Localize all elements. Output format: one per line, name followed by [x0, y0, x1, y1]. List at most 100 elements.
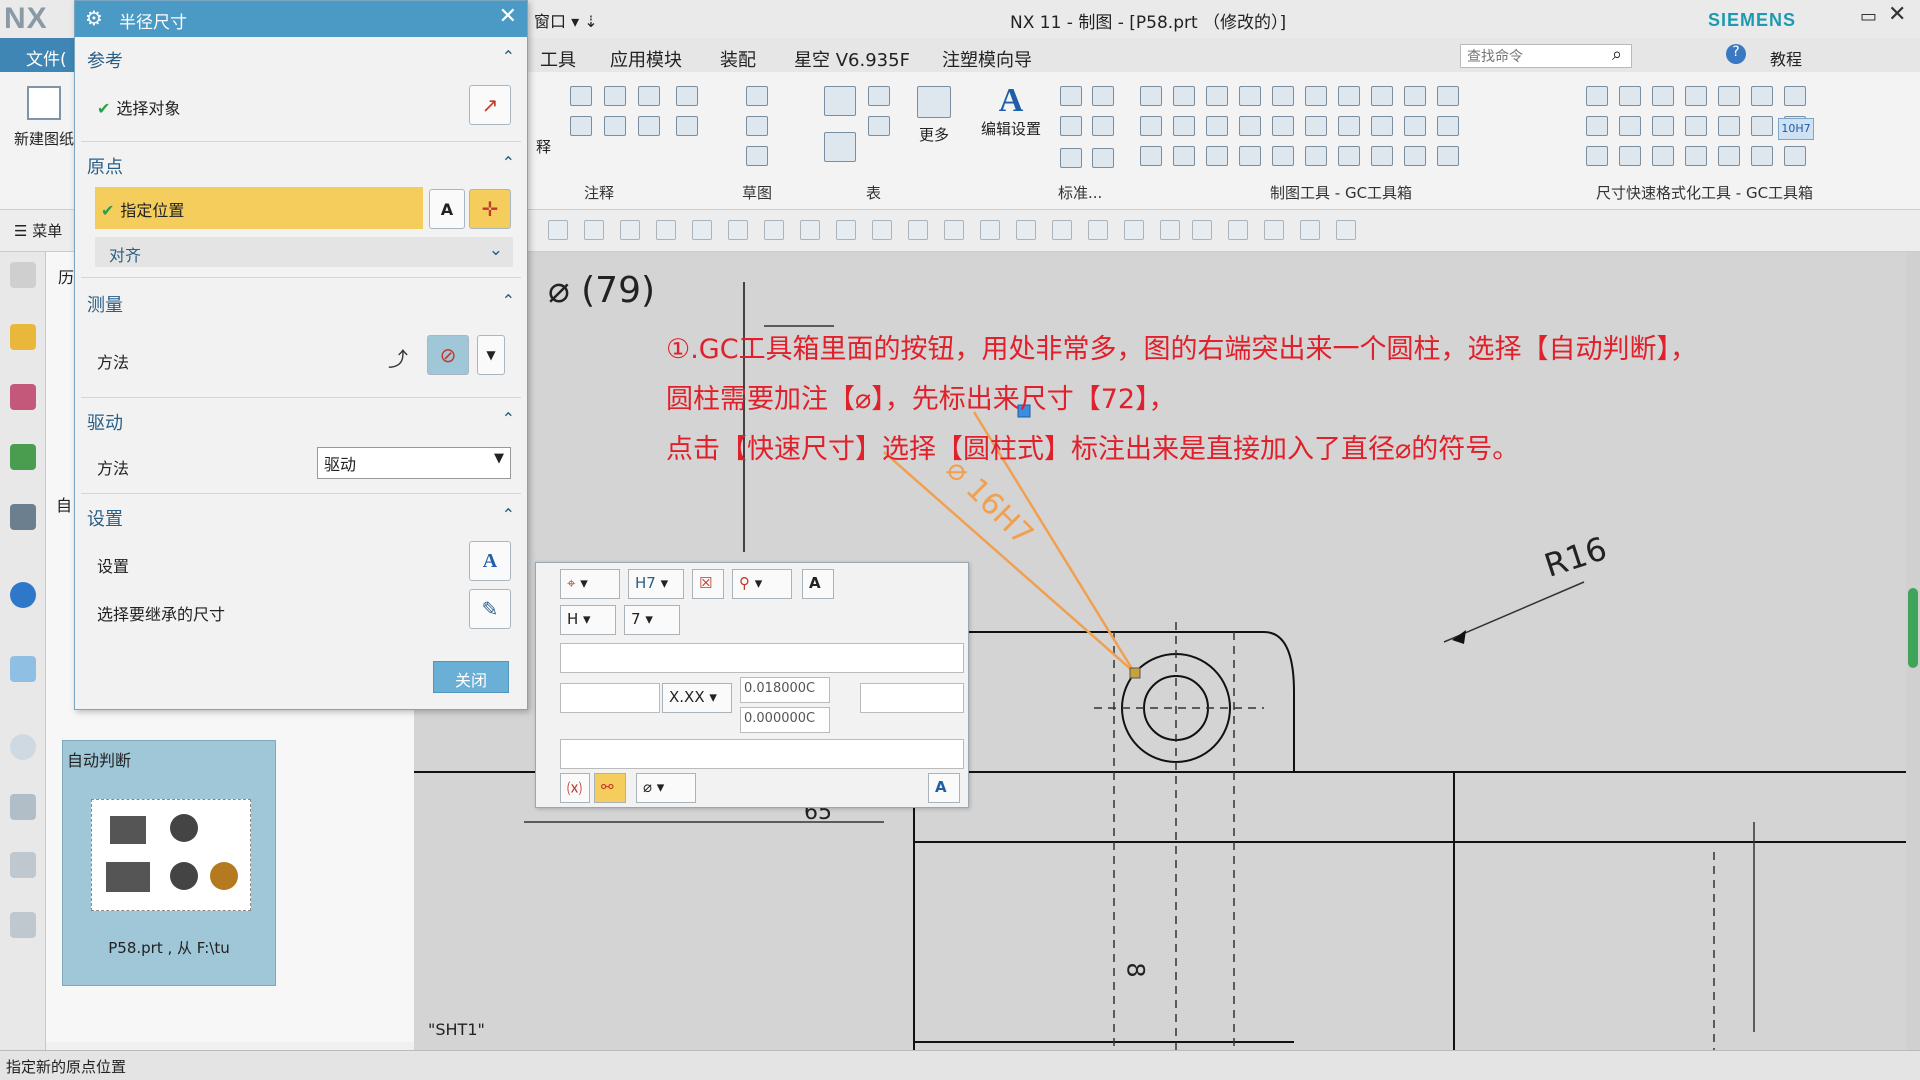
- snap-tool-icon-10[interactable]: [872, 220, 892, 240]
- line-icon[interactable]: [746, 146, 768, 166]
- text-orientation-dropdown[interactable]: ⚲ ▾: [732, 569, 792, 599]
- tolerance-class-dropdown[interactable]: H7 ▾: [628, 569, 684, 599]
- gc-format-icon-2[interactable]: [1619, 86, 1641, 106]
- group-measure-title[interactable]: 测量: [87, 291, 123, 317]
- section-gc-drafting-tools[interactable]: 制图工具 - GC工具箱: [1270, 182, 1412, 203]
- text-placement-button[interactable]: A: [429, 189, 465, 229]
- gc-tool-icon-5[interactable]: [1272, 86, 1294, 106]
- gc-format-icon-1[interactable]: [1586, 86, 1608, 106]
- snap-tool-icon-8[interactable]: [800, 220, 820, 240]
- gc-format-icon-12[interactable]: [1718, 116, 1740, 136]
- chevron-up-icon[interactable]: ⌃: [502, 409, 515, 428]
- history-preview[interactable]: 自动判断 P58.prt , 从 F:\tu: [62, 740, 276, 986]
- gc-tool-icon-17[interactable]: [1338, 116, 1360, 136]
- gc-tool-icon-25[interactable]: [1272, 146, 1294, 166]
- gc-format-icon-21[interactable]: [1784, 146, 1806, 166]
- section-standard[interactable]: 标准...: [1058, 182, 1102, 203]
- web-browser-icon[interactable]: [10, 656, 36, 682]
- standard-icon-2[interactable]: [1092, 86, 1114, 106]
- snap-tool-icon-2[interactable]: [584, 220, 604, 240]
- section-gc-dimension-format[interactable]: 尺寸快速格式化工具 - GC工具箱: [1596, 182, 1813, 203]
- dimension-type-dropdown[interactable]: ⌖ ▾: [560, 569, 620, 599]
- delete-tolerance-button[interactable]: ☒: [692, 569, 724, 599]
- part-navigator-icon[interactable]: [10, 324, 36, 350]
- centerline-icon[interactable]: [638, 116, 660, 136]
- menu-button[interactable]: ☰ 菜单: [14, 220, 62, 241]
- reuse-library-icon[interactable]: [10, 444, 36, 470]
- gc-format-icon-16[interactable]: [1619, 146, 1641, 166]
- standard-icon-6[interactable]: [1092, 148, 1114, 168]
- chevron-up-icon[interactable]: ⌃: [502, 47, 515, 66]
- menu-application[interactable]: 应用模块: [610, 46, 682, 72]
- snap-tool-icon-13[interactable]: [980, 220, 1000, 240]
- gc-format-icon-11[interactable]: [1685, 116, 1707, 136]
- search-icon[interactable]: ⌕: [1612, 44, 1622, 65]
- gc-tool-icon-3[interactable]: [1206, 86, 1228, 106]
- section-sketch[interactable]: 草图: [742, 182, 772, 203]
- gc-tool-icon-6[interactable]: [1305, 86, 1327, 106]
- gc-tool-icon-1[interactable]: [1140, 86, 1162, 106]
- tolerance-10h7-button[interactable]: 10H7: [1778, 118, 1814, 140]
- view-tool-icon-3[interactable]: [1264, 220, 1284, 240]
- gc-format-icon-4[interactable]: [1685, 86, 1707, 106]
- dimension-text-field[interactable]: [560, 643, 964, 673]
- select-arc-button[interactable]: ↗: [469, 85, 511, 125]
- gear-icon[interactable]: ⚙: [85, 6, 103, 30]
- group-settings-title[interactable]: 设置: [87, 505, 123, 531]
- gc-tool-icon-27[interactable]: [1338, 146, 1360, 166]
- gc-tool-icon-19[interactable]: [1404, 116, 1426, 136]
- select-object-row[interactable]: ✔ 选择对象: [97, 95, 180, 119]
- window-menu[interactable]: 窗口 ▾ ⇣: [534, 8, 598, 32]
- view-tool-icon-4[interactable]: [1300, 220, 1320, 240]
- target-icon[interactable]: [676, 86, 698, 106]
- snap-tool-icon-1[interactable]: [548, 220, 568, 240]
- hatch-icon[interactable]: [676, 116, 698, 136]
- standard-icon-5[interactable]: [1060, 148, 1082, 168]
- gc-tool-icon-26[interactable]: [1305, 146, 1327, 166]
- gc-tool-icon-18[interactable]: [1371, 116, 1393, 136]
- gc-tool-icon-7[interactable]: [1338, 86, 1360, 106]
- gc-format-icon-17[interactable]: [1652, 146, 1674, 166]
- datum-icon[interactable]: [638, 86, 660, 106]
- snap-tool-icon-14[interactable]: [1016, 220, 1036, 240]
- gc-tool-icon-28[interactable]: [1371, 146, 1393, 166]
- gc-format-icon-5[interactable]: [1718, 86, 1740, 106]
- chevron-up-icon[interactable]: ⌃: [502, 291, 515, 310]
- new-sheet-button[interactable]: 新建图纸: [12, 86, 76, 172]
- snap-tool-icon-11[interactable]: [908, 220, 928, 240]
- table-note-icon[interactable]: [824, 86, 856, 116]
- standard-icon-4[interactable]: [1092, 116, 1114, 136]
- snap-tool-icon-5[interactable]: [692, 220, 712, 240]
- radius-method-button[interactable]: ⊘: [427, 335, 469, 375]
- gc-format-icon-13[interactable]: [1751, 116, 1773, 136]
- gc-tool-icon-23[interactable]: [1206, 146, 1228, 166]
- diameter-79-dimension[interactable]: ⌀ (79): [548, 270, 655, 311]
- standard-icon-1[interactable]: [1060, 86, 1082, 106]
- feature-control-icon[interactable]: [604, 86, 626, 106]
- gc-tool-icon-13[interactable]: [1206, 116, 1228, 136]
- group-drive-title[interactable]: 驱动: [87, 409, 123, 435]
- snap-tool-icon-4[interactable]: [656, 220, 676, 240]
- specify-location-row[interactable]: ✔ 指定位置: [95, 187, 423, 229]
- gc-tool-icon-9[interactable]: [1404, 86, 1426, 106]
- gc-tool-icon-21[interactable]: [1140, 146, 1162, 166]
- side-8-dimension[interactable]: 8: [1122, 962, 1150, 977]
- scrollbar-thumb[interactable]: [1908, 588, 1918, 668]
- history-clock-icon[interactable]: [10, 734, 36, 760]
- role-icon[interactable]: [10, 794, 36, 820]
- gc-tool-icon-22[interactable]: [1173, 146, 1195, 166]
- symbol-dropdown[interactable]: ⌀ ▾: [636, 773, 696, 803]
- assembly-navigator-icon[interactable]: [10, 384, 36, 410]
- gc-tool-icon-4[interactable]: [1239, 86, 1261, 106]
- gc-tool-icon-12[interactable]: [1173, 116, 1195, 136]
- restore-button[interactable]: ▭: [1860, 6, 1877, 27]
- group-reference-title[interactable]: 参考: [87, 47, 123, 73]
- gc-tool-icon-10[interactable]: [1437, 86, 1459, 106]
- gc-tool-icon-24[interactable]: [1239, 146, 1261, 166]
- gc-tool-icon-29[interactable]: [1404, 146, 1426, 166]
- edit-settings-button[interactable]: A 编辑设置: [976, 82, 1046, 139]
- prefix-field[interactable]: [560, 683, 660, 713]
- appended-text-field[interactable]: [560, 739, 964, 769]
- suffix-field[interactable]: [860, 683, 964, 713]
- weld-icon[interactable]: [570, 116, 592, 136]
